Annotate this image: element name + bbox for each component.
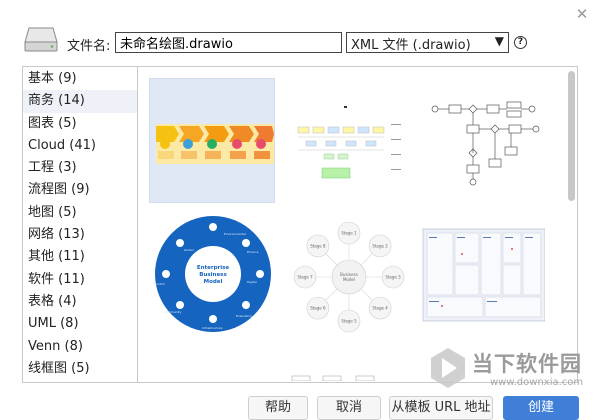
format-selected-value: XML 文件 (.drawio) (351, 38, 471, 53)
enterprise-model-thumbnail: Global Environmental Finance Digital Eva… (154, 216, 271, 332)
stage-label: Stage 6 (310, 306, 326, 311)
enterprise-title-line1: Enterprise (197, 265, 230, 271)
category-item[interactable]: 地图 (5) (23, 202, 137, 224)
template-bpmn-flow[interactable] (420, 78, 546, 203)
category-item[interactable]: 软件 (11) (23, 269, 137, 291)
watermark: 当下软件园 www.downxia.com (428, 346, 598, 402)
category-item[interactable]: UML (8) (23, 313, 137, 335)
help-button[interactable]: 帮助 (248, 396, 308, 420)
template-enterprise-business-model[interactable]: Global Environmental Finance Digital Eva… (149, 212, 275, 337)
colored-flowchart-thumbnail (297, 106, 401, 179)
stage-label: Stage 1 (341, 231, 357, 236)
stage-label: Stage 2 (372, 243, 388, 248)
partial-thumbnail (291, 375, 375, 381)
hard-drive-icon (24, 27, 58, 52)
stage-label: Stage 4 (372, 306, 388, 311)
stage-label: Stage 5 (341, 319, 357, 324)
stage-label: Stage 8 (310, 243, 326, 248)
close-icon[interactable]: ✕ (574, 6, 590, 22)
watermark-logo-icon (431, 348, 465, 388)
category-item[interactable]: 工程 (3) (23, 157, 137, 179)
svg-text:Community: Community (164, 310, 182, 314)
watermark-url: www.downxia.com (490, 377, 584, 388)
category-item[interactable]: 线框图 (5) (23, 358, 137, 380)
template-scrollbar[interactable] (568, 71, 575, 201)
template-partial-row[interactable] (285, 367, 411, 382)
help-icon[interactable]: ? (514, 36, 527, 49)
svg-text:Evaluation: Evaluation (236, 314, 252, 318)
business-canvas-thumbnail (422, 228, 545, 322)
svg-text:Global: Global (184, 248, 194, 252)
stage-label: Stage 7 (297, 275, 313, 280)
svg-text:Infrastructure: Infrastructure (202, 326, 223, 330)
enterprise-title-line3: Model (204, 279, 223, 285)
template-colored-flowchart[interactable] (285, 78, 411, 203)
watermark-title: 当下软件园 (472, 352, 582, 376)
stage-label: Stage 3 (385, 275, 401, 280)
category-item[interactable]: 商务 (14) (23, 90, 137, 113)
enterprise-title-line2: Business (199, 272, 227, 278)
process-arrows-thumbnail (156, 124, 274, 164)
chevron-down-icon: ▼ (494, 34, 504, 48)
category-list: 基本 (9) 商务 (14) 图表 (5) Cloud (41) 工程 (3) 流程图 (… (23, 67, 138, 382)
category-item[interactable]: 其他 (11) (23, 246, 137, 268)
svg-text:Digital: Digital (247, 280, 257, 284)
template-business-canvas[interactable] (420, 212, 546, 337)
template-browser: 基本 (9) 商务 (14) 图表 (5) Cloud (41) 工程 (3) 流程图 (… (22, 66, 578, 383)
category-item[interactable]: Cloud (41) (23, 135, 137, 157)
category-item[interactable]: Venn (8) (23, 336, 137, 358)
template-process-arrows[interactable] (149, 78, 275, 203)
template-grid: Global Environmental Finance Digital Eva… (139, 67, 577, 382)
svg-text:Environmental: Environmental (224, 232, 246, 236)
stages-center-line2: Model (343, 277, 355, 282)
svg-text:Finance: Finance (247, 250, 259, 254)
filename-input[interactable] (115, 32, 342, 53)
filename-label: 文件名: (67, 39, 111, 54)
svg-text:Control: Control (154, 282, 165, 286)
template-business-model-stages[interactable]: Business Model Stage 1 Stage 2 Stage 3 Stag… (285, 212, 411, 337)
bpmn-flow-thumbnail (431, 101, 540, 186)
category-item[interactable]: 流程图 (9) (23, 179, 137, 201)
category-item[interactable]: 图表 (5) (23, 113, 137, 135)
format-select[interactable]: XML 文件 (.drawio) ▼ (346, 32, 509, 53)
category-item[interactable]: 网络 (13) (23, 224, 137, 246)
cancel-button[interactable]: 取消 (317, 396, 381, 420)
stages-thumbnail: Business Model Stage 1Stage 2Stage 3Stag… (293, 221, 405, 333)
category-item[interactable]: 表格 (4) (23, 291, 137, 313)
category-item[interactable]: 基本 (9) (23, 68, 137, 90)
